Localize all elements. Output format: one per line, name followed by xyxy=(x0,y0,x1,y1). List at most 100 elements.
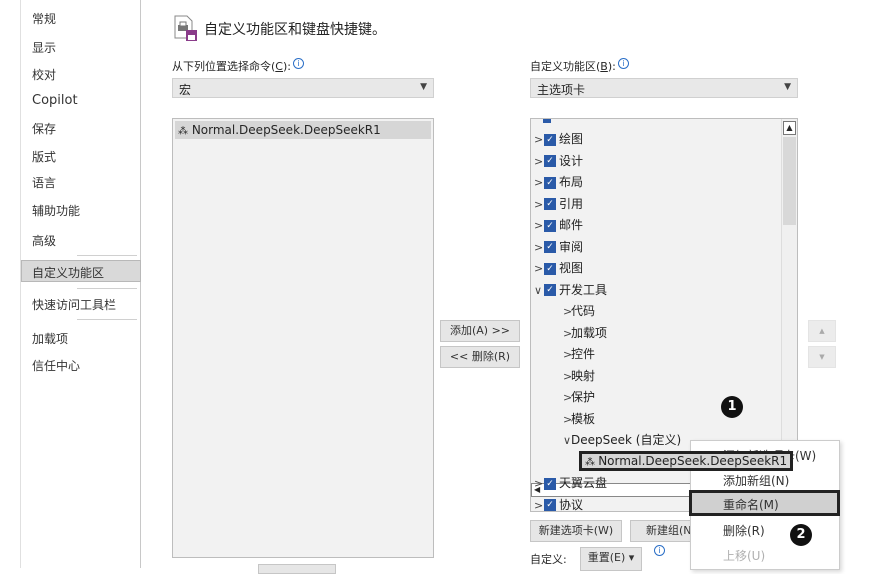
add-button[interactable]: 添加(A) >> xyxy=(440,320,520,342)
move-down-button[interactable]: ▼ xyxy=(808,346,836,368)
menu-item-add-new-group[interactable]: 添加新组(N) xyxy=(723,472,789,489)
tree-item[interactable]: > ✓ 设计 xyxy=(534,151,583,171)
chevron-right-icon[interactable]: > xyxy=(563,324,572,344)
tree-item-label: 协议 xyxy=(559,497,584,512)
chevron-right-icon[interactable]: > xyxy=(534,496,543,512)
partial-button[interactable] xyxy=(258,564,336,574)
divider xyxy=(77,255,137,256)
new-tab-button[interactable]: 新建选项卡(W) xyxy=(530,520,622,542)
sidebar-item-accessibility[interactable]: 辅助功能 xyxy=(32,202,80,219)
tree-item[interactable]: ∨ ✓ 开发工具 xyxy=(534,280,607,300)
sidebar-item-customize-ribbon[interactable]: 自定义功能区 xyxy=(32,264,104,281)
callout-badge-2: 2 xyxy=(790,524,812,546)
sidebar-item-trust-center[interactable]: 信任中心 xyxy=(32,357,80,374)
sidebar-item-language[interactable]: 语言 xyxy=(32,174,56,191)
scrollbar-thumb[interactable] xyxy=(783,137,796,225)
chevron-right-icon[interactable]: > xyxy=(563,302,572,322)
commands-list[interactable]: ⁂ Normal.DeepSeek.DeepSeekR1 xyxy=(172,118,434,558)
info-icon[interactable]: i xyxy=(654,545,665,556)
chevron-right-icon[interactable]: > xyxy=(534,130,543,150)
checkbox[interactable]: ✓ xyxy=(544,219,556,232)
list-item[interactable]: ⁂ Normal.DeepSeek.DeepSeekR1 xyxy=(175,121,431,139)
checkbox[interactable]: ✓ xyxy=(544,155,556,167)
sidebar-item-display[interactable]: 显示 xyxy=(32,39,56,56)
sidebar-item-addins[interactable]: 加载项 xyxy=(32,330,68,347)
chevron-down-icon[interactable]: ∨ xyxy=(563,431,571,451)
chevron-right-icon[interactable]: > xyxy=(563,410,572,430)
customize-label: 自定义: xyxy=(530,553,567,566)
chevron-right-icon[interactable]: > xyxy=(534,216,543,236)
callout-badge-1: 1 xyxy=(721,396,743,418)
chevron-right-icon[interactable]: > xyxy=(534,474,543,494)
tree-item-label: 引用 xyxy=(559,196,584,211)
menu-item-move-up: 上移(U) xyxy=(723,549,766,563)
sidebar-item-quick-access-toolbar[interactable]: 快速访问工具栏 xyxy=(32,296,116,313)
tree-item[interactable]: > ✓ 天翼云盘 xyxy=(534,473,607,493)
tree-item[interactable]: > ✓ 视图 xyxy=(534,258,583,278)
chevron-right-icon[interactable]: > xyxy=(534,152,543,172)
options-sidebar: 常规 显示 校对 Copilot 保存 版式 语言 辅助功能 高级 自定义功能区… xyxy=(20,0,141,568)
tree-item[interactable]: ⁂ Normal.DeepSeek.DeepSeekR1 xyxy=(579,450,793,471)
chevron-down-icon[interactable]: ∨ xyxy=(534,281,542,301)
chevron-right-icon[interactable]: > xyxy=(563,367,572,387)
checkbox[interactable]: ✓ xyxy=(544,176,556,189)
sidebar-item-save[interactable]: 保存 xyxy=(32,120,56,137)
chevron-right-icon[interactable]: > xyxy=(534,173,543,193)
tree-item-label: 审阅 xyxy=(559,239,584,254)
choose-commands-label: 从下列位置选择命令(C): i xyxy=(172,58,304,74)
partial-checkbox xyxy=(543,119,551,123)
tree-item[interactable]: >代码 xyxy=(563,301,595,321)
checkbox[interactable]: ✓ xyxy=(544,477,556,490)
accelerator-key: B xyxy=(600,60,608,73)
tree-item[interactable]: >映射 xyxy=(563,366,595,386)
scroll-up-arrow-icon[interactable]: ▲ xyxy=(783,121,796,135)
chevron-right-icon[interactable]: > xyxy=(534,259,543,279)
menu-item-rename[interactable]: 重命名(M) xyxy=(723,496,779,513)
chevron-right-icon[interactable]: > xyxy=(534,195,543,215)
checkbox[interactable]: ✓ xyxy=(544,241,556,253)
sidebar-item-advanced[interactable]: 高级 xyxy=(32,232,56,249)
tree-item[interactable]: >模板 xyxy=(563,409,595,429)
chevron-right-icon[interactable]: > xyxy=(563,388,572,408)
customize-ribbon-dropdown[interactable]: 主选项卡 ▼ xyxy=(530,78,798,98)
remove-button[interactable]: << 删除(R) xyxy=(440,346,520,368)
sidebar-item-proofing[interactable]: 校对 xyxy=(32,66,56,83)
tree-item[interactable]: > ✓ 审阅 xyxy=(534,237,583,257)
sidebar-item-layout[interactable]: 版式 xyxy=(32,148,56,165)
checkbox[interactable]: ✓ xyxy=(544,499,556,511)
tree-item[interactable]: > ✓ 引用 xyxy=(534,194,583,214)
tree-item-label: 设计 xyxy=(559,153,584,168)
checkbox[interactable]: ✓ xyxy=(544,198,556,210)
divider xyxy=(77,319,137,320)
info-icon[interactable]: i xyxy=(292,58,304,69)
checkbox[interactable]: ✓ xyxy=(544,133,556,146)
tree-item-label: 天翼云盘 xyxy=(559,476,608,490)
customize-ribbon-label: 自定义功能区(B): i xyxy=(530,58,629,74)
sidebar-item-general[interactable]: 常规 xyxy=(32,10,56,27)
checkbox[interactable]: ✓ xyxy=(544,262,556,275)
divider xyxy=(77,288,137,289)
tree-item[interactable]: >控件 xyxy=(563,344,595,364)
chevron-right-icon[interactable]: > xyxy=(534,238,543,258)
tree-item[interactable]: >加载项 xyxy=(563,323,607,343)
menu-item-delete[interactable]: 删除(R) xyxy=(723,522,765,539)
tree-item-label: 视图 xyxy=(559,261,584,275)
tree-item-label: DeepSeek (自定义) xyxy=(571,433,682,447)
chevron-down-icon: ▼ xyxy=(784,82,791,92)
ribbon-tree[interactable]: ▲ ◀ > ✓ 绘图 > ✓ 设计 > ✓ 布局 > ✓ 引用 > ✓ 邮件 > ✓ 审阅 > ✓ 视图 ∨ ✓ 开发工具 >代… xyxy=(530,118,798,512)
reset-dropdown-button[interactable]: 重置(E) ▾ xyxy=(580,547,642,571)
tree-item[interactable]: > ✓ 邮件 xyxy=(534,215,583,235)
tree-item[interactable]: > ✓ 布局 xyxy=(534,172,583,192)
tree-item[interactable]: > ✓ 绘图 xyxy=(534,129,583,149)
tree-item[interactable]: > ✓ 协议 xyxy=(534,495,584,512)
tree-item[interactable]: ∨DeepSeek (自定义) xyxy=(563,430,681,450)
tree-item[interactable]: >保护 xyxy=(563,387,595,407)
chevron-right-icon[interactable]: > xyxy=(563,345,572,365)
choose-commands-dropdown[interactable]: 宏 ▼ xyxy=(172,78,434,98)
tree-item-label: 控件 xyxy=(571,347,596,361)
sidebar-item-copilot[interactable]: Copilot xyxy=(32,93,78,108)
checkbox[interactable]: ✓ xyxy=(544,284,556,296)
move-up-button[interactable]: ▲ xyxy=(808,320,836,342)
info-icon[interactable]: i xyxy=(617,58,629,69)
chevron-down-icon: ▼ xyxy=(420,82,427,92)
